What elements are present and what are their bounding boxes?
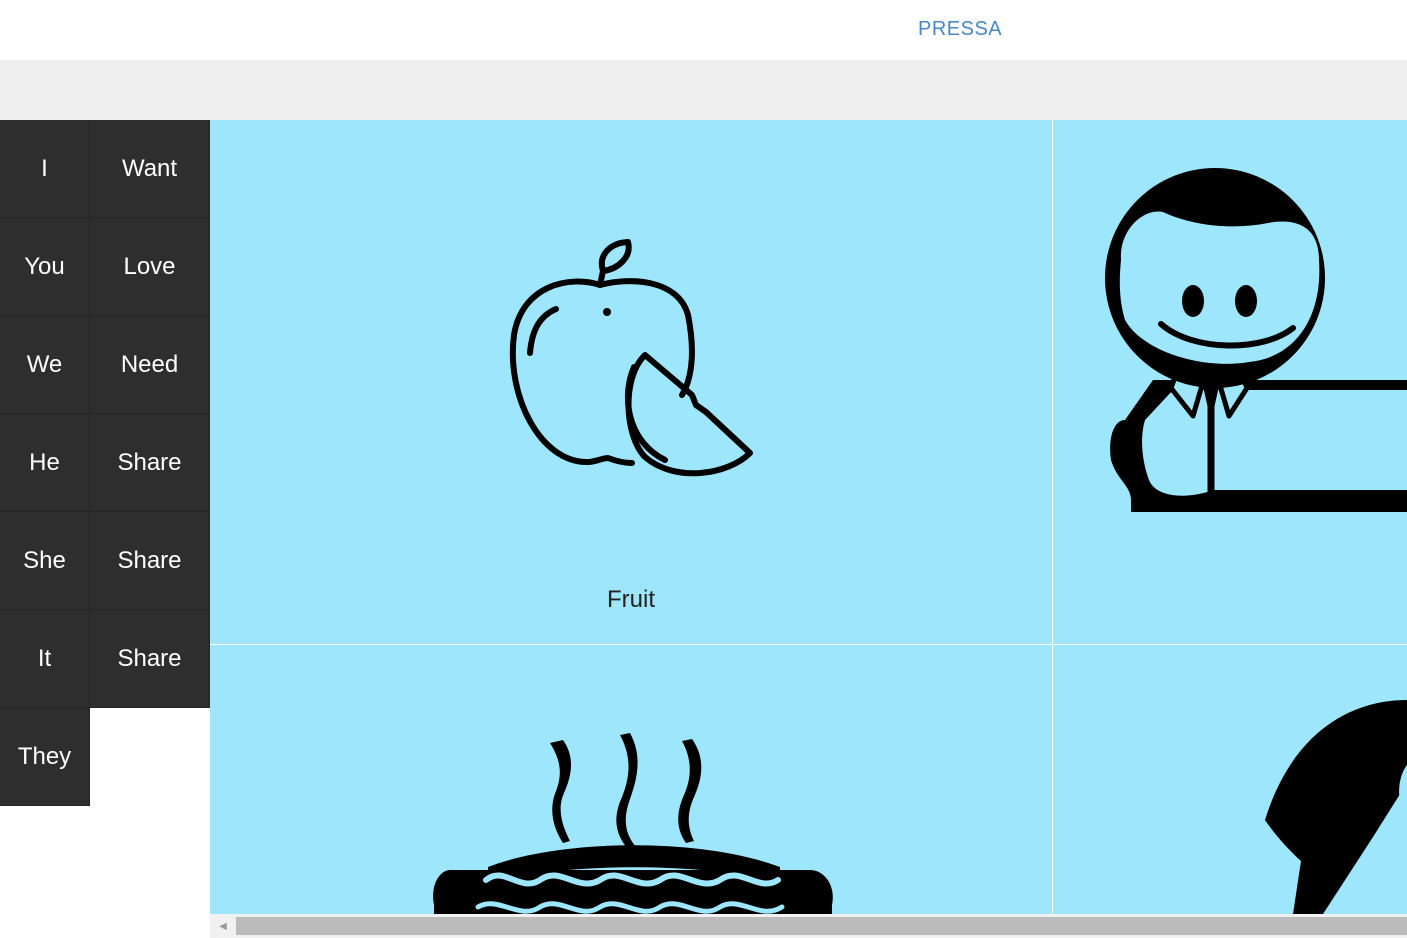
word-button-need[interactable]: Need [90,316,210,414]
word-button-share[interactable]: Share [90,512,210,610]
top-bar: PRESSA [0,0,1407,60]
brand-link[interactable]: PRESSA [918,18,1002,41]
word-button-share[interactable]: Share [90,610,210,708]
scroll-thumb[interactable] [236,917,1407,935]
tile-person[interactable] [1053,120,1407,644]
tile-person-2[interactable] [1053,645,1407,914]
word-button-share[interactable]: Share [90,414,210,512]
word-button-he[interactable]: He [0,414,90,512]
word-button-i[interactable]: I [0,120,90,218]
word-button-they[interactable]: They [0,708,90,806]
tile-food[interactable] [210,645,1052,914]
woman-icon [1265,700,1407,914]
grid-divider-horizontal [210,644,1407,645]
tile-fruit[interactable]: Fruit [210,120,1052,644]
man-in-suit-icon [1105,168,1407,512]
apple-slice-icon [509,239,753,477]
word-button-love[interactable]: Love [90,218,210,316]
word-button-you[interactable]: You [0,218,90,316]
tile-label: Fruit [607,586,655,613]
toolbar-strip [0,60,1407,120]
word-button-it[interactable]: It [0,610,90,708]
word-button-she[interactable]: She [0,512,90,610]
horizontal-scrollbar[interactable]: ◀ [210,914,1407,938]
hot-dog-icon [433,733,833,914]
word-button-want[interactable]: Want [90,120,210,218]
scroll-left-icon[interactable]: ◀ [210,914,236,938]
word-button-we[interactable]: We [0,316,90,414]
grid-divider-vertical [1052,120,1053,914]
tile-grid: Fruit [210,120,1407,914]
